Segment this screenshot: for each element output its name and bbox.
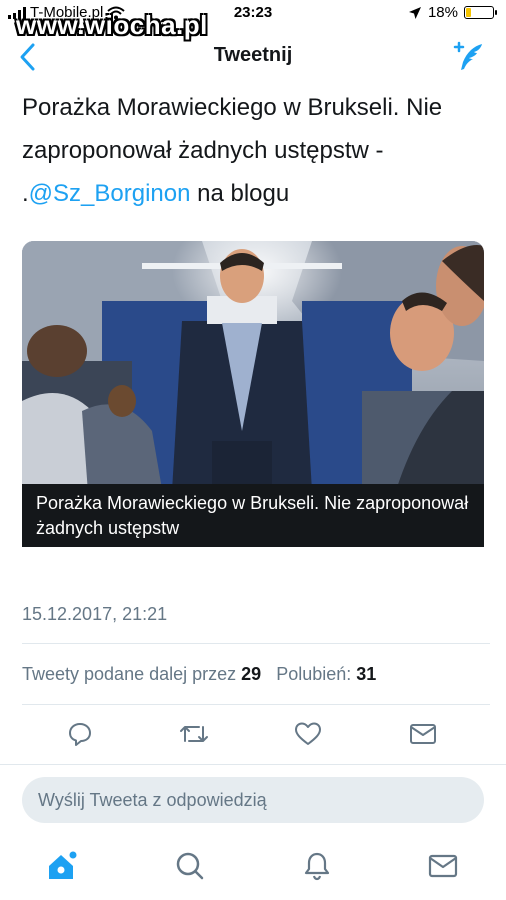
- divider: [0, 764, 506, 765]
- reply-input[interactable]: [22, 777, 484, 823]
- notifications-icon[interactable]: [295, 846, 339, 886]
- divider: [22, 704, 490, 705]
- compose-tweet-icon[interactable]: [452, 40, 486, 74]
- tweet-stats[interactable]: Tweety podane dalej przez 29 Polubień: 3…: [22, 664, 376, 685]
- reply-icon[interactable]: [60, 716, 100, 752]
- battery-percent: 18%: [427, 4, 458, 21]
- retweet-icon[interactable]: [174, 716, 214, 752]
- retweets-count: 29: [241, 664, 262, 684]
- tweet-text-end: na blogu: [190, 180, 290, 207]
- page-title: Tweetnij: [213, 44, 293, 66]
- battery-icon: [464, 6, 497, 19]
- like-icon[interactable]: [288, 716, 328, 752]
- likes-count: 31: [356, 664, 377, 684]
- reply-box[interactable]: [22, 777, 484, 823]
- user-mention-link[interactable]: @Sz_Borginon: [29, 180, 191, 207]
- message-icon[interactable]: [403, 716, 443, 752]
- tab-bar: [0, 840, 506, 894]
- navigation-bar: Tweetnij: [0, 32, 506, 82]
- home-icon[interactable]: [40, 846, 84, 886]
- messages-icon[interactable]: [421, 846, 465, 886]
- divider: [22, 643, 490, 644]
- tweet-text: Porażka Morawieckiego w Brukseli. Nie za…: [22, 86, 492, 215]
- search-icon[interactable]: [168, 846, 212, 886]
- retweets-label: Tweety podane dalej przez: [22, 664, 237, 684]
- card-caption: Porażka Morawieckiego w Brukseli. Nie za…: [22, 484, 484, 547]
- link-card[interactable]: Porażka Morawieckiego w Brukseli. Nie za…: [22, 241, 484, 547]
- location-arrow-icon: [408, 6, 421, 19]
- tweet-timestamp: 15.12.2017, 21:21: [22, 604, 168, 624]
- status-right: 18%: [408, 4, 497, 21]
- tweet-actions: [0, 712, 506, 756]
- likes-label: Polubień:: [276, 664, 352, 684]
